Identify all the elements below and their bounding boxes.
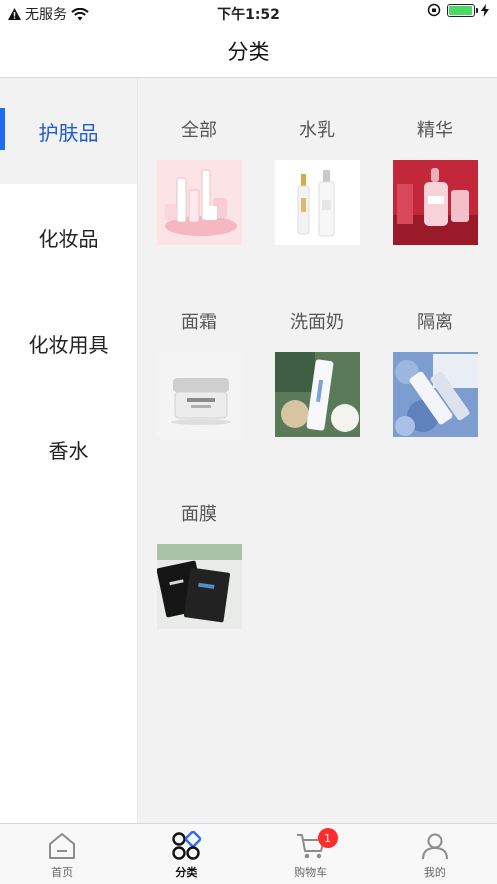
- tab-profile[interactable]: 我的: [373, 824, 497, 884]
- face-cream-jar-image: [156, 352, 242, 437]
- cleanser-tube-image: [274, 352, 360, 437]
- profile-icon: [421, 833, 448, 860]
- primer-tube-image: [392, 352, 478, 437]
- subcategory-primer[interactable]: 隔离: [376, 270, 494, 462]
- subcategory-label: 隔离: [417, 312, 453, 333]
- toner-lotion-bottles-image: [274, 160, 360, 245]
- subcategory-grid: 全部 水乳 精华 面霜 洗面奶 隔离 面膜: [138, 78, 497, 654]
- skincare-set-image: [156, 160, 242, 245]
- home-icon: [49, 833, 76, 859]
- subcategory-serum[interactable]: 精华: [376, 78, 494, 270]
- tab-bar: 首页 分类 1 购物车 我的: [0, 823, 497, 884]
- face-mask-packs-image: [156, 544, 242, 629]
- charging-icon: [481, 3, 489, 17]
- subcategory-label: 面膜: [181, 504, 217, 525]
- sidebar-item-makeup-tools[interactable]: 化妆用具: [0, 290, 137, 396]
- subcategory-label: 全部: [181, 120, 217, 141]
- subcategory-all[interactable]: 全部: [140, 78, 258, 270]
- tab-category[interactable]: 分类: [124, 824, 248, 884]
- battery-icon: [447, 3, 478, 17]
- tab-label: 分类: [175, 866, 198, 879]
- subcategory-face-cream[interactable]: 面霜: [140, 270, 258, 462]
- tab-cart[interactable]: 1 购物车: [249, 824, 373, 884]
- subcategory-label: 洗面奶: [290, 312, 344, 333]
- sidebar-item-label: 护肤品: [38, 120, 99, 145]
- subcategory-label: 水乳: [299, 120, 335, 141]
- sidebar-item-label: 化妆品: [38, 226, 99, 251]
- status-time: 下午1:52: [217, 7, 280, 23]
- cart-badge: 1: [317, 828, 338, 848]
- serum-bottle-image: [392, 160, 478, 245]
- page-title: 分类: [227, 40, 270, 64]
- sidebar-item-cosmetics[interactable]: 化妆品: [0, 184, 137, 290]
- navigation-bar: 分类: [0, 26, 497, 78]
- tab-home[interactable]: 首页: [0, 824, 124, 884]
- sidebar-item-perfume[interactable]: 香水: [0, 396, 137, 502]
- sidebar-item-skincare[interactable]: 护肤品: [0, 78, 137, 184]
- subcategory-panel: 全部 水乳 精华 面霜 洗面奶 隔离 面膜: [137, 78, 497, 823]
- tab-label: 我的: [423, 866, 446, 879]
- category-icon: [172, 831, 202, 860]
- subcategory-label: 面霜: [181, 312, 217, 333]
- orientation-lock-icon: [427, 3, 441, 17]
- category-sidebar: 护肤品 化妆品 化妆用具 香水: [0, 78, 137, 823]
- subcategory-label: 精华: [417, 120, 453, 141]
- subcategory-toner-lotion[interactable]: 水乳: [258, 78, 376, 270]
- subcategory-face-mask[interactable]: 面膜: [140, 462, 258, 654]
- sidebar-item-label: 香水: [48, 438, 89, 463]
- subcategory-cleanser[interactable]: 洗面奶: [258, 270, 376, 462]
- sidebar-item-label: 化妆用具: [28, 332, 109, 357]
- status-bar: 无服务 下午1:52: [0, 0, 497, 26]
- status-right: [427, 3, 489, 17]
- tab-label: 购物车: [294, 866, 328, 879]
- tab-label: 首页: [51, 866, 74, 879]
